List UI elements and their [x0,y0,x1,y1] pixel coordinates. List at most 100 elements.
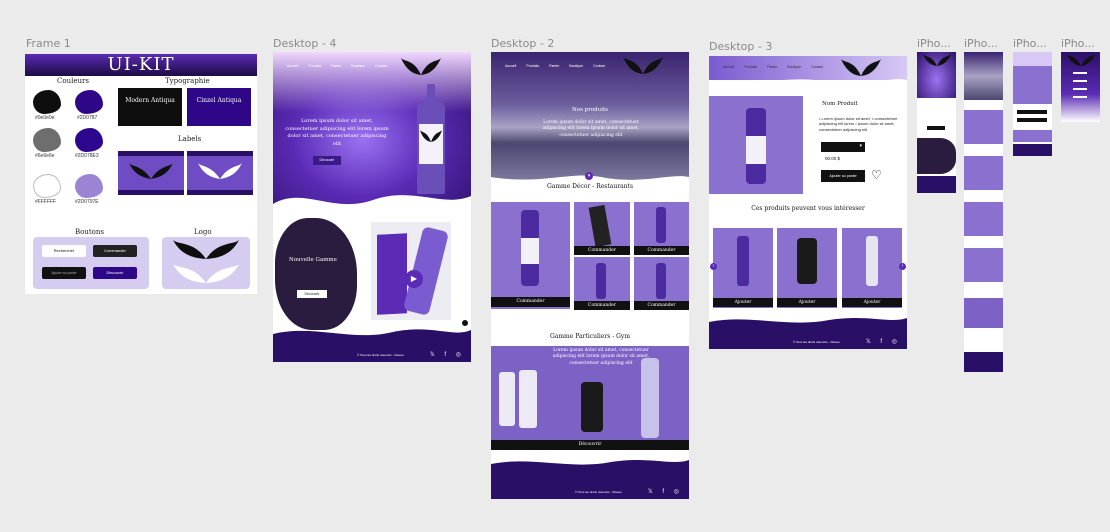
add-button[interactable]: Ajouter [713,298,773,307]
nav-item-products[interactable]: Produits [526,64,539,76]
order-button[interactable]: Commander [634,246,689,255]
add-button[interactable]: Ajouter [842,298,902,307]
frame-label-iphone3[interactable]: iPho... [1013,37,1047,50]
logo-wings-icon[interactable] [401,57,441,79]
label-sample-2 [187,151,253,195]
nav-item-home[interactable]: Accueil [287,64,298,76]
color-hex: #2D078E3 [75,153,99,159]
gym-text: Lorem ipsum dolor sit amet, consectetuer… [552,348,650,366]
product-image [709,96,803,194]
add-to-cart-button[interactable]: Ajouter au panier [42,267,86,279]
frame-label-iphone2[interactable]: iPho... [964,37,998,50]
buttons-title: Boutons [75,228,104,236]
logo-title: Logo [194,228,212,236]
order-button[interactable]: Commander [491,297,570,307]
wings-icon [198,163,242,179]
new-range-discover-button[interactable]: Découvrir [297,290,327,298]
add-button[interactable]: Ajouter [777,298,837,307]
hero-discover-button[interactable]: Découvrir [313,156,341,165]
chevron-down-icon: ▾ [859,143,862,149]
iphone4-frame[interactable] [1061,52,1100,122]
social-icons[interactable]: 𝕏 f ◎ [430,351,465,358]
product-description: • Lorem ipsum dolor sit amet, • consecte… [819,116,898,132]
nav-item-cart[interactable]: Panier [549,64,559,76]
iphone2-frame[interactable] [964,52,1003,372]
colors-title: Couleurs [57,77,89,85]
social-icons[interactable]: 𝕏 f ◎ [648,488,683,495]
nav-item-cart[interactable]: Panier [331,64,341,76]
frame-label-desktop3[interactable]: Desktop - 3 [709,40,772,53]
social-icons[interactable]: 𝕏 f ◎ [866,338,901,345]
buttons-panel: Rechercher Commander Ajouter au panier D… [33,237,149,289]
logo-wings-light-icon [173,264,239,283]
logo-wings-icon [923,54,951,66]
heart-icon[interactable]: ♡ [871,169,882,181]
scroll-down-icon[interactable]: ▾ [585,172,593,180]
footer-copyright: © Tous les droits réservés - Oiseau [575,490,622,494]
typography-sample-1: Modern Antiqua [118,88,182,126]
color-hex: #0e0e0e [35,115,55,121]
uikit-title: UI-KIT [25,54,257,76]
labels-title: Labels [178,135,202,143]
nav-item-home[interactable]: Accueil [505,64,516,76]
typography-sample-2: Cinzel Antiqua [187,88,251,126]
nav-item-contact[interactable]: Contact [375,64,387,76]
recommended-card[interactable] [777,228,837,308]
desktop4-frame[interactable]: Accueil Produits Panier Boutique Contact… [273,52,471,362]
footer-copyright: © Tous les droits réservés - Oiseau [793,340,840,344]
recommended-card[interactable] [842,228,902,308]
frame-label-desktop4[interactable]: Desktop - 4 [273,37,336,50]
quantity-select[interactable]: ▾ [821,142,865,152]
carousel-prev-icon[interactable]: ‹ [710,263,717,270]
frame-label-desktop2[interactable]: Desktop - 2 [491,37,554,50]
color-swatch-indigo [75,128,103,152]
product-title: Nom Produit [822,101,858,107]
bottle-image [417,84,445,194]
order-button[interactable]: Commander [574,301,630,310]
footer: © Tous les droits réservés - Oiseau 𝕏 f … [273,342,471,362]
uikit-frame[interactable]: UI-KIT Couleurs Typographie #0e0e0e #2D0… [25,54,257,294]
color-swatch-purple [75,90,103,114]
wings-icon [129,163,173,179]
desktop2-frame[interactable]: Accueil Produits Panier Boutique Contact… [491,52,689,499]
gym-discover-button[interactable]: Découvrir [491,440,689,450]
top-nav: Accueil Produits Panier Boutique Contact [273,52,471,76]
logo-wings-icon [1067,54,1095,66]
color-hex: #2D0787 [77,115,98,121]
discover-button[interactable]: Découvrir [93,267,137,279]
carousel-next-icon[interactable]: › [899,263,906,270]
product-card[interactable] [491,202,570,309]
color-hex: #2D0797E [75,199,99,205]
recommended-card[interactable] [713,228,773,308]
product-price: 00.00 $ [825,156,841,161]
logo-wings-icon[interactable] [623,56,663,78]
order-button[interactable]: Commander [574,246,630,255]
order-button[interactable]: Commander [93,245,137,257]
typography-title: Typographie [165,77,210,85]
bottle-image [519,370,537,428]
add-to-cart-button[interactable]: Ajouter au panier [821,170,865,182]
frame-label-frame1[interactable]: Frame 1 [26,37,71,50]
shaker-image [581,382,603,432]
color-swatch-gray [33,128,61,152]
product-box-image [377,233,407,315]
nav-item-contact[interactable]: Contact [593,64,605,76]
iphone3-frame[interactable] [1013,52,1052,156]
nav-item-products[interactable]: Produits [308,64,321,76]
section-title-restaurants: Gamme Décor - Restaurants [546,183,634,190]
footer-copyright: © Tous les droits réservés - Oiseau [357,353,404,357]
nav-item-shop[interactable]: Boutique [569,64,583,76]
bottle-image [499,372,515,426]
frame-label-iphone1[interactable]: iPho... [917,37,951,50]
frame-label-iphone4[interactable]: iPho... [1061,37,1095,50]
desktop3-frame[interactable]: Accueil Produits Panier Boutique Contact… [709,56,907,349]
iphone1-frame[interactable] [917,52,956,193]
hero-title: Nos produits [571,107,608,113]
search-button[interactable]: Rechercher [42,245,86,257]
hero-text: Lorem ipsum dolor sit amet, consectetuer… [285,118,389,147]
play-icon[interactable]: ▶ [405,270,423,288]
order-button[interactable]: Commander [634,301,689,310]
nav-item-shop[interactable]: Boutique [351,64,365,76]
color-hex: #6e6e6e [35,153,55,159]
color-hex: #FFFFFF [35,199,57,205]
